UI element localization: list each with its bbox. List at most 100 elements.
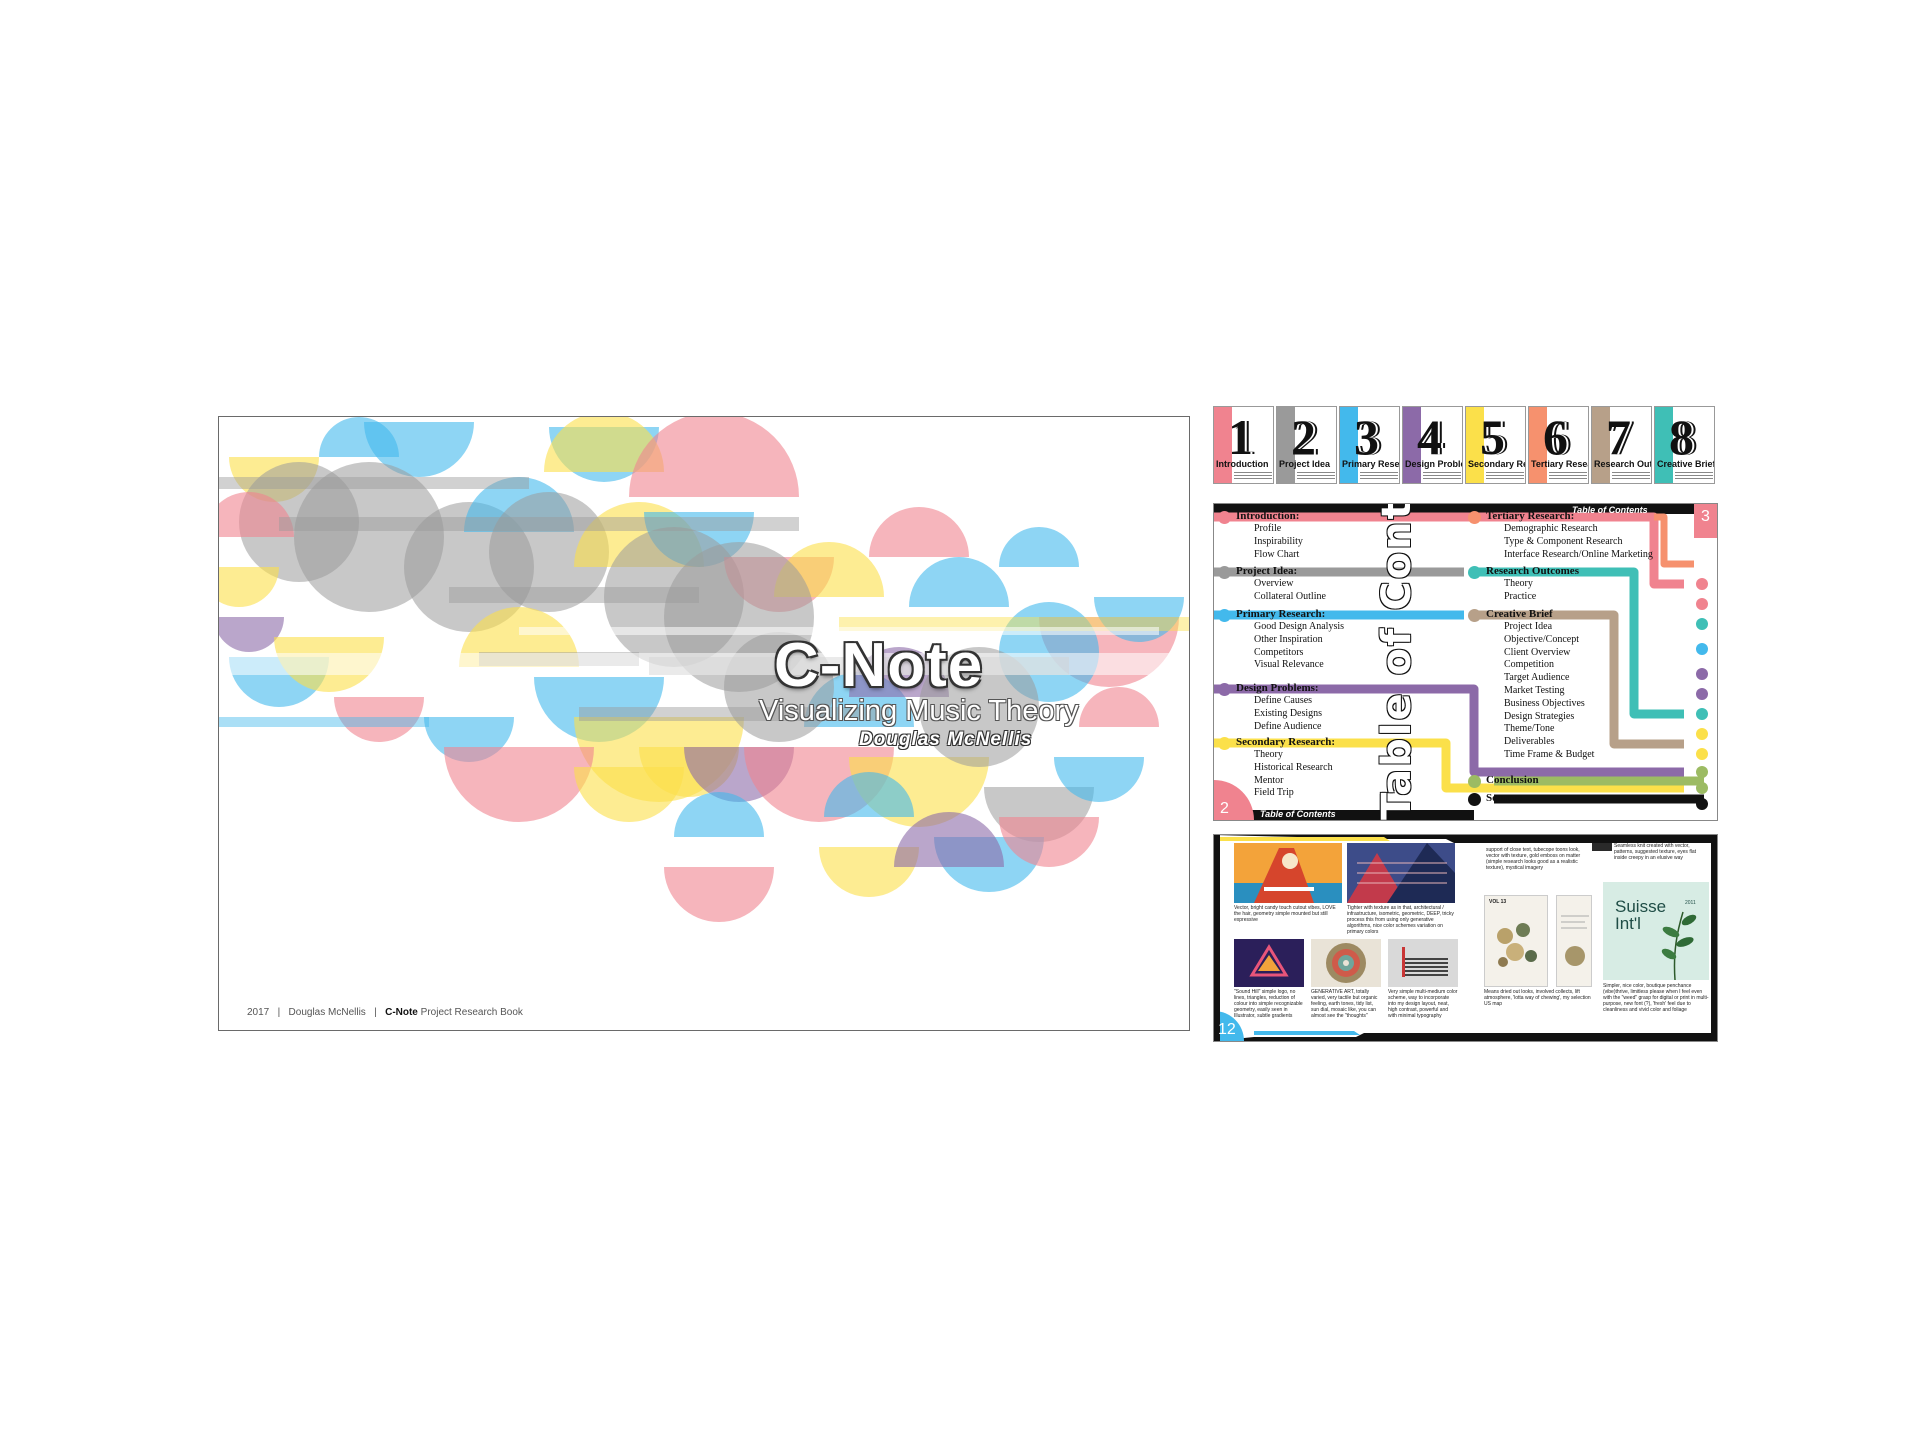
research-thumb-illustration [1234,843,1342,903]
research-thumb-map-poster: VOL 13 [1484,895,1548,987]
chapter-tab-number: 5 [1480,409,1505,465]
toc-subsection-item[interactable]: Practice [1504,591,1536,604]
research-caption: Means dried out looks, involved collects… [1484,989,1591,1007]
toc-subsection-item[interactable]: Competitors [1254,647,1303,660]
toc-section-heading[interactable]: Design Problems: [1236,682,1319,694]
toc-section-dot [1218,566,1231,579]
toc-subsection-item[interactable]: Market Testing [1504,685,1565,698]
chapter-tab-label: Secondary Research [1468,459,1525,469]
footer-year: 2017 [247,1007,270,1018]
toc-subsection-item[interactable]: Objective/Concept [1504,634,1579,647]
research-caption: GENERATIVE ART, totally varied, very tac… [1311,989,1378,1019]
toc-subsection-item[interactable]: Define Causes [1254,695,1312,708]
chapter-tab-8: 8 Creative Brief [1654,406,1715,484]
toc-subsection-item[interactable]: Theory [1504,578,1533,591]
footer-brand: C-Note [385,1007,418,1018]
research-thumb-bridge [1347,843,1455,903]
toc-section-dot [1218,737,1231,750]
research-thumb-suisse-poster: Suisse Int'l 2011 [1603,882,1709,980]
toc-subsection-item[interactable]: Other Inspiration [1254,634,1323,647]
research-thumb-generative [1311,939,1381,987]
chapter-tab-label: Design Problems [1405,459,1462,469]
toc-subsection-item[interactable]: Existing Designs [1254,708,1322,721]
toc-subsection-item[interactable]: Type & Component Research [1504,536,1622,549]
toc-section-heading[interactable]: Creative Brief [1486,608,1553,620]
toc-page-number-right: 3 [1701,508,1710,525]
chapter-tab-label: Project Idea [1279,459,1331,469]
toc-section-heading[interactable]: Project Idea: [1236,565,1297,577]
toc-spread: Table of Contents Table of Contents Tabl… [1213,503,1718,821]
chapter-tab-lines [1234,470,1272,482]
toc-subsection-item[interactable]: Inspirability [1254,536,1303,549]
chapter-tab-lines [1612,470,1650,482]
chapter-tab-lines [1360,470,1398,482]
toc-section-dot [1468,793,1481,806]
toc-subsection-item[interactable]: Profile [1254,523,1281,536]
toc-subsection-item[interactable]: Demographic Research [1504,523,1598,536]
toc-subsection-item[interactable]: Competition [1504,659,1554,672]
research-page-number: 12 [1218,1021,1236,1038]
cover-title: C-Note [774,631,984,700]
footer-separator: | [277,1007,281,1018]
toc-subsection-item[interactable]: Interface Research/Online Marketing [1504,549,1653,562]
toc-subsection-item[interactable]: Target Audience [1504,672,1569,685]
chapter-tab-number: 3 [1354,409,1379,465]
toc-section-dot [1218,511,1231,524]
toc-vertical-title: Table of Contents [1374,503,1420,820]
toc-section-heading[interactable]: Conclusion [1486,774,1539,786]
toc-section-heading[interactable]: Primary Research: [1236,608,1325,620]
chapter-tab-label: Research Outcomes [1594,459,1651,469]
research-thumb-logo [1234,939,1304,987]
toc-section-heading[interactable]: Tertiary Research: [1486,510,1574,522]
research-caption: "Sound Hill" simple logo, no lines, tria… [1234,989,1303,1019]
toc-subsection-item[interactable]: Client Overview [1504,647,1570,660]
toc-subsection-item[interactable]: Theory [1254,749,1283,762]
chapter-tab-label: Tertiary Research [1531,459,1588,469]
toc-section-heading[interactable]: Sources [1486,792,1522,804]
toc-subsection-item[interactable]: Overview [1254,578,1293,591]
research-caption: Simpler, nice color, boutique penchance … [1603,983,1709,1013]
research-caption: Seamless knit created with vector, patte… [1614,843,1696,861]
toc-section-dot [1218,683,1231,696]
toc-subsection-item[interactable]: Design Strategies [1504,711,1574,724]
chapter-tab-1: 1 Introduction [1213,406,1274,484]
chapter-tab-4: 4 Design Problems [1402,406,1463,484]
toc-subsection-item[interactable]: Visual Relevance [1254,659,1324,672]
research-caption: Tighter with texture as in that, archite… [1347,905,1454,935]
toc-section-heading[interactable]: Introduction: [1236,510,1299,522]
chapter-tab-label: Creative Brief [1657,459,1715,469]
toc-subsection-item[interactable]: Historical Research [1254,762,1333,775]
chapter-tab-lines [1423,470,1461,482]
toc-section-dot [1218,609,1231,622]
chapter-tab-5: 5 Secondary Research [1465,406,1526,484]
toc-page-number-left: 2 [1220,800,1229,817]
toc-section-dot [1468,775,1481,788]
toc-subsection-item[interactable]: Deliverables [1504,736,1555,749]
chapter-tab-label: Primary Research [1342,459,1400,469]
toc-subsection-item[interactable]: Flow Chart [1254,549,1299,562]
toc-subsection-item[interactable]: Time Frame & Budget [1504,749,1594,762]
chapter-tab-number: 6 [1543,409,1568,465]
toc-header-label: Table of Contents [1572,505,1648,515]
chapter-tab-number: 7 [1606,409,1631,465]
chapter-tab-lines [1297,470,1335,482]
toc-subsection-item[interactable]: Collateral Outline [1254,591,1326,604]
footer-author: Douglas McNellis [288,1007,366,1018]
research-thumb-map-detail [1556,895,1592,987]
cover-page: C-Note Visualizing Music Theory Douglas … [218,416,1190,1031]
footer-separator: | [374,1007,377,1018]
toc-section-dot [1468,609,1481,622]
toc-subsection-item[interactable]: Mentor [1254,775,1283,788]
toc-footer-label: Table of Contents [1260,809,1336,819]
toc-subsection-item[interactable]: Define Audience [1254,721,1321,734]
research-caption: Very simple multi-medium color scheme, w… [1388,989,1458,1019]
toc-subsection-item[interactable]: Theme/Tone [1504,723,1554,736]
toc-subsection-item[interactable]: Project Idea [1504,621,1552,634]
cover-author: Douglas McNellis [859,729,1033,750]
toc-subsection-item[interactable]: Good Design Analysis [1254,621,1344,634]
toc-subsection-item[interactable]: Field Trip [1254,787,1294,800]
toc-section-heading[interactable]: Secondary Research: [1236,736,1335,748]
toc-section-heading[interactable]: Research Outcomes [1486,565,1579,577]
toc-subsection-item[interactable]: Business Objectives [1504,698,1585,711]
cover-footer: 2017 | Douglas McNellis | C-Note Project… [247,1007,523,1018]
